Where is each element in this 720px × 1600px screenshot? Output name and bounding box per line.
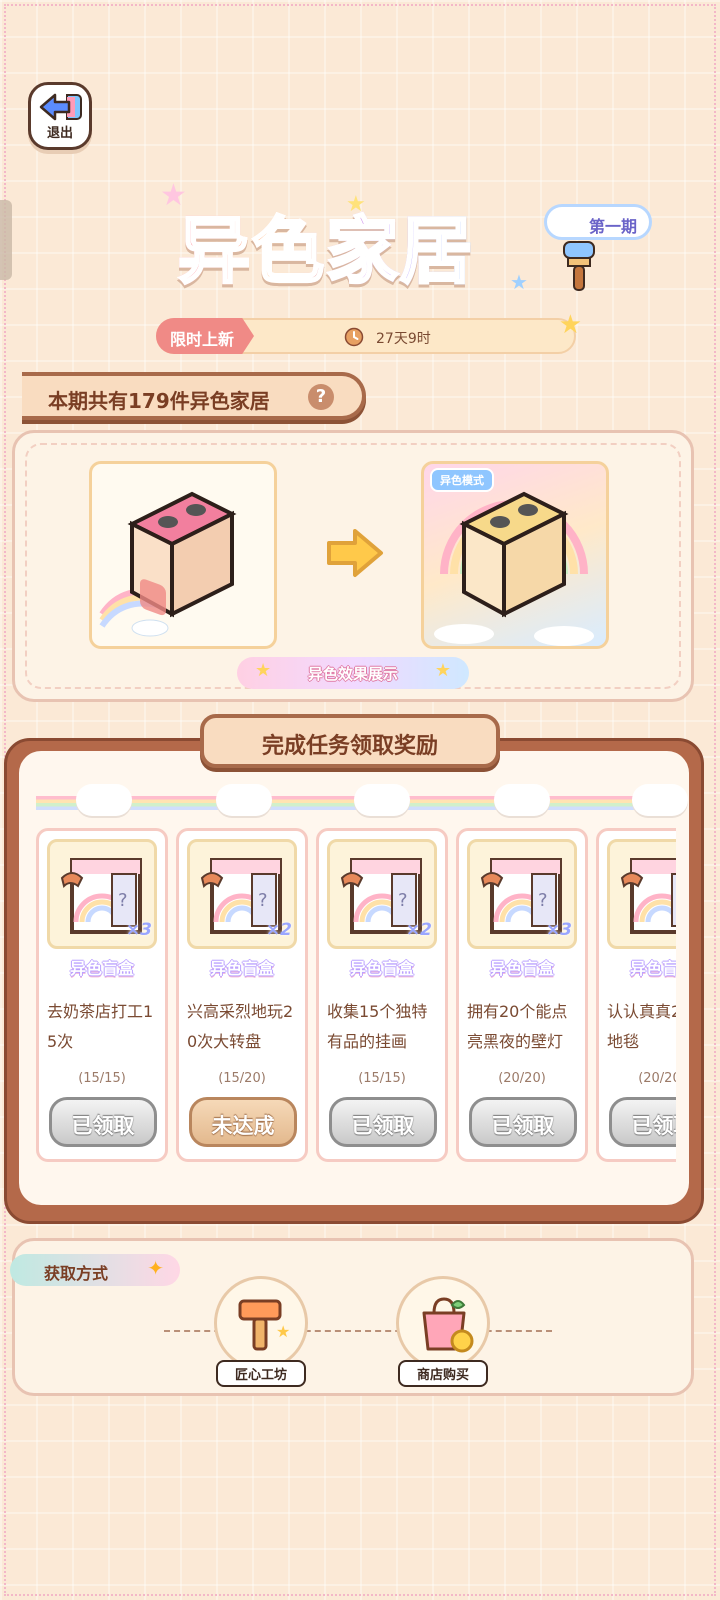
reward-name: 异色盲盒: [629, 959, 676, 978]
source-shop[interactable]: [396, 1276, 490, 1370]
unmet-button[interactable]: 未达成: [189, 1097, 297, 1147]
cloud-decor: [632, 784, 688, 816]
task-progress: (20/20): [638, 1071, 676, 1086]
reward-name: 异色盲盒: [69, 959, 134, 978]
event-title: 异色家居: [176, 192, 474, 297]
event-title-block: ★ ★ ★ 异色家居 第一期: [160, 178, 660, 308]
reward-name: 异色盲盒: [349, 959, 414, 978]
claimed-button[interactable]: 已领取: [609, 1097, 676, 1147]
mystery-box-icon: ?: [620, 858, 676, 934]
task-card: ? ×2 异色盲盒 收集15个独特有品的挂画 (15/15) 已领取: [316, 828, 448, 1162]
reward-name: 异色盲盒: [489, 959, 554, 978]
reward-box[interactable]: ? ×2: [327, 839, 437, 949]
reward-count: ×3: [545, 920, 572, 940]
task-description: 去奶茶店打工15次: [47, 1002, 154, 1051]
task-card: ? ×3 异色盲盒 认认真真20张地毯 (20/20) 已领取: [596, 828, 676, 1162]
reward-box[interactable]: ? ×3: [47, 839, 157, 949]
acquire-methods-tag: 获取方式 ✦: [10, 1254, 180, 1286]
svg-text:?: ?: [538, 890, 548, 911]
svg-text:★: ★: [276, 1322, 290, 1341]
variant-mode-tag: 异色模式: [430, 468, 494, 492]
task-progress: (15/15): [78, 1071, 126, 1086]
task-description: 认认真真20张地毯: [607, 1002, 676, 1051]
variant-item-card[interactable]: 异色模式: [421, 461, 609, 649]
cloud-decor: [354, 784, 410, 816]
star-decor-icon: ★: [558, 310, 582, 340]
variant-count-text: 本期共有179件异色家居: [48, 389, 270, 413]
task-description: 兴高采烈地玩20次大转盘: [187, 1002, 294, 1051]
limited-time-bar: 限时上新 27天9时 ★: [156, 310, 582, 354]
task-card: ? ×2 异色盲盒 兴高采烈地玩20次大转盘 (15/20) 未达成: [176, 828, 308, 1162]
limited-new-tag: 限时上新: [156, 318, 254, 354]
help-icon[interactable]: ?: [308, 384, 334, 410]
reward-box[interactable]: ? ×3: [467, 839, 577, 949]
shop-bag-icon: [422, 1297, 474, 1353]
star-decor-icon: ★: [510, 270, 528, 294]
claimed-button[interactable]: 已领取: [469, 1097, 577, 1147]
side-handle[interactable]: [0, 200, 12, 280]
exit-label: 退出: [46, 126, 73, 141]
star-decor-icon: ★: [255, 660, 272, 681]
acquire-methods-label: 获取方式: [44, 1264, 109, 1283]
reward-count: ×3: [125, 920, 152, 940]
paint-brush-icon: [563, 241, 595, 291]
task-progress: (15/15): [358, 1071, 406, 1086]
time-remaining: 27天9时: [376, 331, 431, 347]
svg-text:?: ?: [398, 890, 408, 911]
task-progress: (20/20): [498, 1071, 546, 1086]
tasks-header: 完成任务领取奖励: [200, 714, 500, 768]
variant-effect-text: 异色效果展示: [307, 665, 398, 683]
task-progress: (15/20): [218, 1071, 266, 1086]
original-item-card[interactable]: [89, 461, 277, 649]
task-card: ? ×3 异色盲盒 拥有20个能点亮黑夜的壁灯 (20/20) 已领取: [456, 828, 588, 1162]
source-workshop-label: 匠心工坊: [216, 1360, 306, 1387]
reward-name: 异色盲盒: [209, 959, 274, 978]
variant-showcase-panel: 异色模式 ★ 异色效果展示 ★: [12, 430, 694, 702]
task-card: ? ×3 异色盲盒 去奶茶店打工15次 (15/15) 已领取: [36, 828, 168, 1162]
source-workshop[interactable]: ★: [214, 1276, 308, 1370]
issue-badge: 第一期: [544, 204, 652, 240]
claimed-button[interactable]: 已领取: [49, 1097, 157, 1147]
task-list[interactable]: ? ×3 异色盲盒 去奶茶店打工15次 (15/15) 已领取 ? ×2 异色盲…: [36, 828, 676, 1164]
exit-button[interactable]: 退出: [28, 82, 92, 150]
claimed-button[interactable]: 已领取: [329, 1097, 437, 1147]
cloud-decor: [216, 784, 272, 816]
svg-text:?: ?: [258, 890, 268, 911]
reward-count: ×2: [405, 920, 432, 940]
arrow-right-icon: [327, 529, 383, 577]
variant-count-banner: 本期共有179件异色家居 ?: [22, 372, 366, 420]
reward-box[interactable]: ? ×3: [607, 839, 676, 949]
hammer-icon: ★: [238, 1299, 290, 1351]
clock-icon: [344, 327, 364, 347]
reward-count: ×2: [265, 920, 292, 940]
cloud-decor: [76, 784, 132, 816]
variant-effect-label: ★ 异色效果展示 ★: [237, 657, 469, 689]
sparkle-icon: ✦: [147, 1256, 164, 1280]
task-description: 拥有20个能点亮黑夜的壁灯: [467, 1002, 568, 1051]
pink-stove-icon: [99, 491, 237, 637]
task-description: 收集15个独特有品的挂画: [327, 1002, 428, 1051]
svg-text:?: ?: [118, 890, 128, 911]
cloud-decor: [494, 784, 550, 816]
star-decor-icon: ★: [434, 660, 451, 681]
reward-box[interactable]: ? ×2: [187, 839, 297, 949]
source-shop-label: 商店购买: [398, 1360, 488, 1387]
